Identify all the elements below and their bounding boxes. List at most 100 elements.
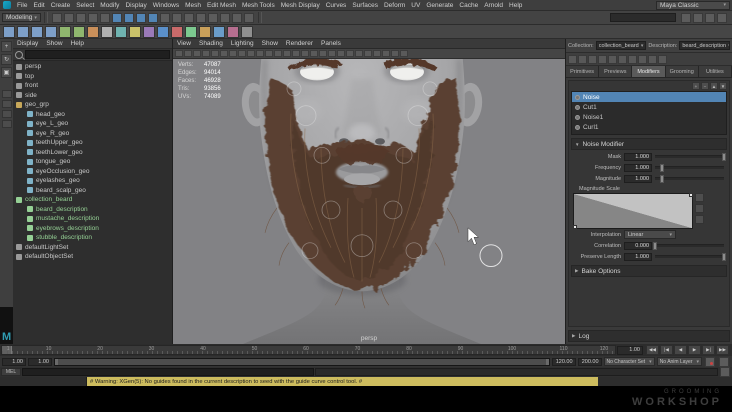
attribute-editor-toggle-icon[interactable]: [693, 12, 703, 23]
xgen-tab[interactable]: Primitives: [566, 66, 600, 77]
shelf-sculpt-icon[interactable]: [241, 25, 253, 38]
ramp-add-point-icon[interactable]: [695, 193, 704, 202]
shelf-sphere-icon[interactable]: [3, 25, 15, 38]
save-scene-icon[interactable]: [75, 12, 86, 23]
menu-item[interactable]: Renderer: [282, 40, 317, 47]
menu-item[interactable]: Show: [258, 40, 282, 47]
attribute-value-field[interactable]: 1.000: [624, 252, 652, 261]
ramp-point[interactable]: [573, 225, 577, 229]
shelf-cube-icon[interactable]: [17, 25, 29, 38]
Noise1[interactable]: Noise1: [572, 112, 726, 122]
range-slider-handle[interactable]: [55, 358, 549, 365]
menu-item[interactable]: Surfaces: [349, 2, 381, 9]
highlight-selection-icon[interactable]: [681, 12, 691, 23]
viewport-canvas[interactable]: Verts: 47087 Edges: 94014 Faces: 46928 T…: [173, 59, 565, 344]
channel-box-toggle-icon[interactable]: [717, 12, 727, 23]
outliner-item[interactable]: eye_R_geo: [13, 129, 172, 139]
outliner-item[interactable]: defaultLightSet: [13, 243, 172, 253]
attribute-value-field[interactable]: 1.000: [624, 152, 652, 161]
ramp-options-icon[interactable]: [695, 215, 704, 224]
time-slider[interactable]: 1 10 20 30 40 50 60 70 80 90 100 110 120: [1, 345, 616, 355]
menu-item[interactable]: Display: [13, 40, 42, 47]
current-time-field[interactable]: 1.00: [617, 345, 643, 355]
quick-selection-field[interactable]: [610, 13, 676, 22]
Curl1[interactable]: Curl1: [572, 122, 726, 132]
xgen-export-icon[interactable]: [608, 54, 617, 64]
modifier-enable-toggle[interactable]: [575, 104, 580, 110]
menu-item[interactable]: Panels: [317, 40, 345, 47]
animation-start-field[interactable]: 1.00: [2, 357, 26, 366]
outliner-item[interactable]: front: [13, 81, 172, 91]
outliner-item[interactable]: stubble_description: [13, 233, 172, 243]
log-section[interactable]: ▶ Log: [568, 330, 730, 342]
attribute-slider[interactable]: [653, 242, 724, 250]
ramp-delete-point-icon[interactable]: [695, 204, 704, 213]
shelf-target-weld-icon[interactable]: [199, 25, 211, 38]
remove-modifier-icon[interactable]: −: [701, 82, 709, 90]
anim-layer-selector[interactable]: No Anim Layer ▾: [656, 357, 702, 366]
snap-to-plane-icon[interactable]: [183, 12, 194, 23]
tool-settings-toggle-icon[interactable]: [705, 12, 715, 23]
motion-blur-icon[interactable]: [355, 50, 363, 57]
shelf-smooth-icon[interactable]: [227, 25, 239, 38]
safe-title-icon[interactable]: [292, 50, 300, 57]
play-forwards-icon[interactable]: ▶: [688, 345, 701, 355]
two-d-pan-zoom-icon[interactable]: [220, 50, 228, 57]
textured-icon[interactable]: [319, 50, 327, 57]
attribute-slider[interactable]: [655, 164, 724, 172]
xgen-delete-icon[interactable]: [588, 54, 597, 64]
modifier-enable-toggle[interactable]: [575, 94, 580, 100]
select-by-component-icon[interactable]: [135, 12, 146, 23]
outliner-item[interactable]: eyebrows_description: [13, 224, 172, 234]
menu-item[interactable]: Arnold: [481, 2, 506, 9]
menu-item[interactable]: Shading: [195, 40, 227, 47]
safe-action-icon[interactable]: [283, 50, 291, 57]
select-by-hierarchy-icon[interactable]: [111, 12, 122, 23]
Cut1[interactable]: Cut1: [572, 102, 726, 112]
modifier-enable-toggle[interactable]: [575, 124, 580, 130]
menu-item[interactable]: Windows: [150, 2, 182, 9]
menu-item[interactable]: Show: [42, 40, 66, 47]
xgen-tab[interactable]: Previews: [599, 66, 633, 77]
shelf-multicut-icon[interactable]: [185, 25, 197, 38]
snap-to-grid-icon[interactable]: [147, 12, 158, 23]
screen-space-ao-icon[interactable]: [346, 50, 354, 57]
menu-item[interactable]: Create: [48, 2, 74, 9]
redo-icon[interactable]: [99, 12, 110, 23]
outliner-item[interactable]: eye_L_geo: [13, 119, 172, 129]
attribute-value-field[interactable]: 1.000: [624, 174, 652, 183]
outliner-item[interactable]: teethUpper_geo: [13, 138, 172, 148]
layout-single-pane-icon[interactable]: [1, 90, 12, 98]
shelf-text-icon[interactable]: [101, 25, 113, 38]
menu-item[interactable]: Help: [506, 2, 525, 9]
layout-persp-outliner-icon[interactable]: [1, 120, 12, 128]
depth-of-field-icon[interactable]: [373, 50, 381, 57]
snap-to-point-icon[interactable]: [171, 12, 182, 23]
playback-start-field[interactable]: 1.00: [28, 357, 52, 366]
Noise[interactable]: Noise: [572, 92, 726, 102]
menu-item[interactable]: Select: [73, 2, 97, 9]
head-model-3d[interactable]: [173, 59, 565, 344]
menu-item[interactable]: Mesh: [182, 2, 204, 9]
render-settings-icon[interactable]: [243, 12, 254, 23]
gate-mask-icon[interactable]: [265, 50, 273, 57]
outliner-item[interactable]: defaultObjectSet: [13, 252, 172, 262]
xgen-duplicate-icon[interactable]: [578, 54, 587, 64]
outliner-item[interactable]: beard_description: [13, 205, 172, 215]
rotate-tool-icon[interactable]: ↻: [1, 54, 12, 65]
scale-tool-icon[interactable]: ▣: [1, 67, 12, 78]
attribute-slider[interactable]: [655, 253, 726, 261]
script-editor-icon[interactable]: [720, 367, 730, 377]
wireframe-icon[interactable]: [301, 50, 309, 57]
range-slider[interactable]: [54, 357, 550, 366]
xgen-guides-icon[interactable]: [618, 54, 627, 64]
open-scene-icon[interactable]: [63, 12, 74, 23]
menu-item[interactable]: Edit: [30, 2, 47, 9]
xgen-tab[interactable]: Modifiers: [632, 66, 666, 77]
menu-item[interactable]: Mesh Display: [278, 2, 323, 9]
move-tool-icon[interactable]: +: [1, 41, 12, 52]
modifier-enable-toggle[interactable]: [575, 114, 580, 120]
description-selector[interactable]: beard_description ▾: [679, 41, 731, 50]
layout-two-pane-icon[interactable]: [1, 110, 12, 118]
shelf-cylinder-icon[interactable]: [31, 25, 43, 38]
